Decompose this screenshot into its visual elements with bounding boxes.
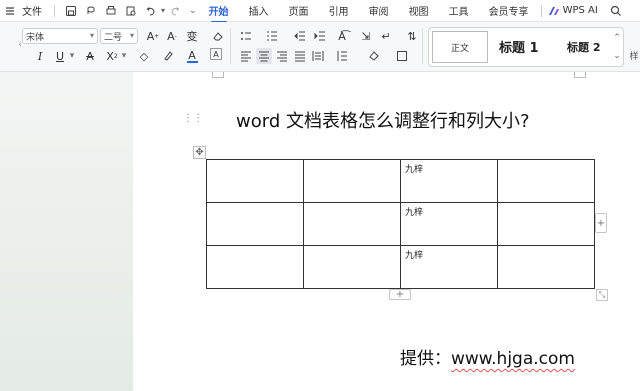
provider-url: www.hjga.com [451, 349, 575, 369]
font-color-icon: A [188, 48, 196, 62]
table-cell[interactable] [206, 245, 304, 289]
wps-ai-icon [548, 6, 559, 15]
style-heading-1[interactable]: 标题 1 [499, 37, 539, 56]
strikethrough-button[interactable]: A [82, 48, 98, 64]
font-color-bar [186, 60, 198, 63]
font-size-select[interactable]: 二号 ▾ [100, 28, 138, 44]
table-cell[interactable] [497, 159, 595, 203]
table-row: 九梓 [206, 245, 595, 289]
document-table[interactable]: 九梓 九梓 九梓 [206, 159, 595, 289]
tab-insert[interactable]: 插入 [249, 3, 269, 18]
emphasis-icon[interactable]: ◇ [136, 48, 152, 64]
font-name-select[interactable]: 宋体 ▾ [22, 28, 98, 44]
chevron-down-icon: ▾ [89, 31, 94, 40]
font-size-value: 二号 [104, 32, 123, 43]
text-direction-icon[interactable]: A͡ [334, 28, 350, 44]
sort-icon[interactable]: ⇅ [404, 28, 420, 44]
style-normal[interactable]: 正文 [432, 31, 488, 63]
hamburger-menu-icon[interactable] [2, 3, 18, 19]
borders-icon[interactable] [394, 48, 410, 64]
italic-button[interactable]: I [32, 48, 48, 64]
superscript-dropdown-icon[interactable]: ▾ [116, 48, 132, 64]
margin-corner-mark [212, 72, 224, 78]
table-cell[interactable]: 九梓 [400, 245, 498, 289]
table-cell[interactable] [497, 245, 595, 289]
tab-view[interactable]: 视图 [409, 3, 429, 18]
undo-icon[interactable] [143, 3, 159, 19]
tab-tools[interactable]: 工具 [449, 3, 469, 18]
table-resize-handle-icon[interactable]: ⤡ [596, 289, 608, 301]
style-gallery-down-icon[interactable]: ⌄ [609, 48, 625, 64]
more-styles-label[interactable]: 样 [626, 47, 640, 63]
provider-line: 提供：www.hjga.com [400, 344, 575, 369]
redo-icon[interactable] [167, 3, 183, 19]
add-row-button[interactable]: + [389, 289, 411, 300]
document-title: word 文档表格怎么调整行和列大小? [236, 111, 530, 132]
table-cell[interactable] [206, 159, 304, 203]
tab-review[interactable]: 审阅 [369, 3, 389, 18]
menu-bar: 文件 ▾ ⌄ 开始 插入 页面 引用 审阅 视图 工具 会员专享 WPS AI [0, 0, 640, 23]
justify-icon[interactable] [292, 48, 308, 64]
phonetic-guide-icon[interactable]: 变 [184, 28, 200, 44]
table-cell[interactable] [206, 202, 304, 246]
style-gallery-up-icon[interactable]: ⌃ [609, 30, 625, 46]
decrease-indent-icon[interactable] [292, 28, 308, 44]
show-marks-icon[interactable]: ↵ [378, 28, 394, 44]
save-icon[interactable] [63, 3, 79, 19]
undo-dropdown-icon[interactable]: ▾ [161, 6, 165, 15]
font-name-value: 宋体 [26, 32, 45, 43]
style-heading-2[interactable]: 标题 2 [567, 39, 600, 55]
table-cell[interactable]: 九梓 [400, 159, 498, 203]
tab-home[interactable]: 开始 [209, 3, 229, 23]
table-cell[interactable] [303, 159, 401, 203]
char-border-icon[interactable]: A [210, 48, 222, 60]
shrink-font-icon[interactable]: A- [164, 28, 180, 44]
increase-indent-icon[interactable] [312, 28, 328, 44]
tab-member[interactable]: 会员专享 [489, 3, 529, 18]
table-cell[interactable] [303, 245, 401, 289]
table-cell[interactable] [303, 202, 401, 246]
menu-separator [540, 4, 542, 17]
chevron-down-icon: ▾ [129, 31, 134, 40]
align-center-icon[interactable] [256, 48, 272, 64]
bullet-list-icon[interactable] [238, 28, 254, 44]
underline-dropdown-icon[interactable]: ▾ [64, 48, 80, 64]
ribbon-separator [422, 28, 423, 64]
wps-ai-label: WPS AI [562, 5, 598, 16]
search-icon[interactable] [608, 3, 624, 19]
highlight-icon[interactable] [160, 48, 176, 64]
ribbon-toolbar: ‹ 宋体 ▾ 二号 ▾ A + A- 变 I U ▾ A X2 ▾ ◇ A A A… [0, 22, 640, 72]
provider-prefix: 提供： [400, 349, 451, 369]
table-cell[interactable]: 九梓 [400, 202, 498, 246]
tab-references[interactable]: 引用 [329, 3, 349, 18]
file-menu[interactable]: 文件 [22, 3, 42, 18]
print-icon[interactable] [103, 3, 119, 19]
font-color-button[interactable]: A [184, 48, 200, 64]
table-row: 九梓 [206, 202, 595, 246]
align-right-icon[interactable] [274, 48, 290, 64]
menu-separator [54, 4, 55, 17]
style-gallery: 正文 标题 1 标题 2 ⌃ ⌄ [428, 27, 624, 67]
chinese-layout-icon[interactable]: ⇲ [358, 28, 374, 44]
wps-ai-button[interactable]: WPS AI [548, 5, 598, 16]
table-cell[interactable] [497, 202, 595, 246]
table-move-handle-icon[interactable]: ✥ [193, 146, 206, 159]
line-spacing-icon[interactable] [334, 48, 350, 64]
distribute-icon[interactable] [310, 48, 326, 64]
numbered-list-icon[interactable] [264, 28, 280, 44]
more-quick-actions-icon[interactable]: ⌄ [189, 6, 197, 16]
print-preview-icon[interactable] [123, 3, 139, 19]
align-left-icon[interactable] [238, 48, 254, 64]
quick-export-icon[interactable] [83, 3, 99, 19]
tab-page[interactable]: 页面 [289, 3, 309, 18]
grow-font-icon[interactable]: A + [145, 28, 161, 44]
paragraph-drag-handle-icon[interactable]: ⋮⋮ [183, 113, 203, 124]
clear-format-icon[interactable] [210, 28, 226, 44]
margin-corner-mark [574, 72, 586, 78]
ribbon-separator [230, 28, 231, 64]
shading-icon[interactable] [366, 48, 382, 64]
table-row: 九梓 [206, 159, 595, 203]
left-pane [0, 72, 133, 391]
add-column-button[interactable]: + [595, 213, 607, 233]
